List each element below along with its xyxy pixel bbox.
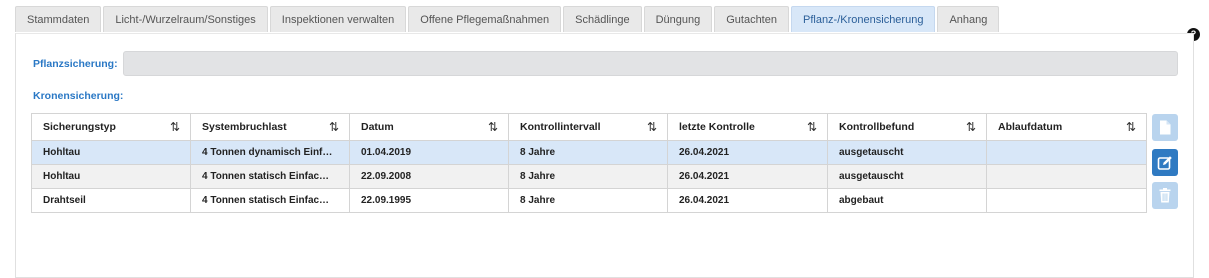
cell-letzte-kontrolle: 26.04.2021 [667, 188, 828, 213]
tab-stammdaten[interactable]: Stammdaten [15, 6, 102, 32]
pflanzsicherung-label: Pflanzsicherung: [33, 58, 118, 70]
cell-kontrollintervall: 8 Jahre [508, 188, 668, 213]
column-header-datum[interactable]: Datum ⇅ [349, 113, 509, 141]
cell-kontrollbefund: abgebaut [827, 188, 987, 213]
cell-kontrollintervall: 8 Jahre [508, 140, 668, 165]
cell-letzte-kontrolle: 26.04.2021 [667, 140, 828, 165]
cell-systembruchlast: 4 Tonnen dynamisch Einf… [190, 140, 350, 165]
pflanzsicherung-field[interactable] [123, 51, 1178, 76]
tab-anhang[interactable]: Anhang [937, 6, 1000, 32]
cell-datum: 22.09.2008 [349, 164, 509, 189]
cell-sicherungstyp: Hohltau [31, 164, 191, 189]
trash-icon [1159, 188, 1171, 203]
edit-entry-button[interactable] [1152, 149, 1178, 176]
sort-icon[interactable]: ⇅ [807, 120, 817, 134]
tab-duengung[interactable]: Düngung [643, 6, 713, 32]
sort-icon[interactable]: ⇅ [329, 120, 339, 134]
table-row[interactable]: Hohltau 4 Tonnen statisch Einfac… 22.09.… [31, 164, 1147, 189]
tab-licht-wurzelraum[interactable]: Licht-/Wurzelraum/Sonstiges [103, 6, 268, 32]
new-entry-button[interactable] [1152, 114, 1178, 141]
cell-systembruchlast: 4 Tonnen statisch Einfac… [190, 164, 350, 189]
cell-kontrollbefund: ausgetauscht [827, 164, 987, 189]
sort-icon[interactable]: ⇅ [647, 120, 657, 134]
tab-schaedlinge[interactable]: Schädlinge [563, 6, 642, 32]
cell-ablaufdatum [986, 188, 1147, 213]
kronensicherung-table: Sicherungstyp ⇅ Systembruchlast ⇅ Datum ⇅ K… [31, 113, 1147, 213]
cell-sicherungstyp: Hohltau [31, 140, 191, 165]
sort-icon[interactable]: ⇅ [170, 120, 180, 134]
cell-systembruchlast: 4 Tonnen statisch Einfac… [190, 188, 350, 213]
cell-kontrollintervall: 8 Jahre [508, 164, 668, 189]
cell-kontrollbefund: ausgetauscht [827, 140, 987, 165]
column-header-systembruchlast[interactable]: Systembruchlast ⇅ [190, 113, 350, 141]
new-document-icon [1160, 120, 1171, 135]
tab-gutachten[interactable]: Gutachten [714, 6, 789, 32]
tab-offene-pflegemassnahmen[interactable]: Offene Pflegemaßnahmen [408, 6, 562, 32]
table-row[interactable]: Drahtseil 4 Tonnen statisch Einfac… 22.0… [31, 188, 1147, 213]
cell-datum: 01.04.2019 [349, 140, 509, 165]
column-header-letzte-kontrolle[interactable]: letzte Kontrolle ⇅ [667, 113, 828, 141]
tab-inspektionen[interactable]: Inspektionen verwalten [269, 6, 407, 32]
cell-ablaufdatum [986, 140, 1147, 165]
cell-ablaufdatum [986, 164, 1147, 189]
edit-icon [1157, 155, 1172, 170]
tab-bar: Stammdaten Licht-/Wurzelraum/Sonstiges I… [15, 6, 1000, 33]
column-header-ablaufdatum[interactable]: Ablaufdatum ⇅ [986, 113, 1147, 141]
table-header-row: Sicherungstyp ⇅ Systembruchlast ⇅ Datum ⇅ K… [31, 113, 1147, 141]
cell-sicherungstyp: Drahtseil [31, 188, 191, 213]
cell-datum: 22.09.1995 [349, 188, 509, 213]
tab-pflanz-kronensicherung[interactable]: Pflanz-/Kronensicherung [790, 6, 936, 32]
sort-icon[interactable]: ⇅ [1126, 120, 1136, 134]
delete-entry-button[interactable] [1152, 182, 1178, 209]
sort-icon[interactable]: ⇅ [966, 120, 976, 134]
table-row[interactable]: Hohltau 4 Tonnen dynamisch Einf… 01.04.2… [31, 140, 1147, 165]
sort-icon[interactable]: ⇅ [488, 120, 498, 134]
kronensicherung-label: Kronensicherung: [33, 90, 124, 102]
column-header-sicherungstyp[interactable]: Sicherungstyp ⇅ [31, 113, 191, 141]
column-header-kontrollbefund[interactable]: Kontrollbefund ⇅ [827, 113, 987, 141]
cell-letzte-kontrolle: 26.04.2021 [667, 164, 828, 189]
column-header-kontrollintervall[interactable]: Kontrollintervall ⇅ [508, 113, 668, 141]
